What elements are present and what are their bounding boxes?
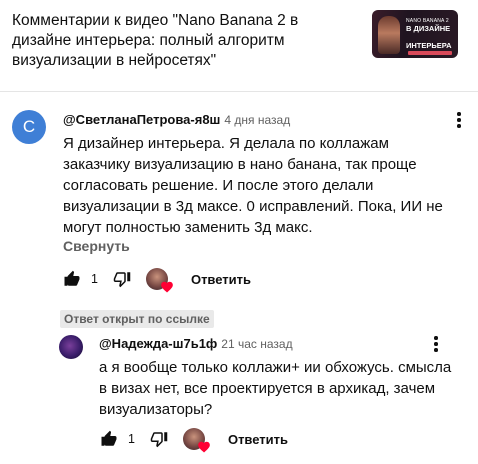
reply-time[interactable]: 21 час назад xyxy=(221,337,292,351)
reply-actions: 1 Ответить xyxy=(100,425,288,453)
reply-creator-heart-avatar xyxy=(182,428,210,453)
reply-button[interactable]: Ответить xyxy=(191,272,251,287)
comment-time[interactable]: 4 дня назад xyxy=(224,113,290,127)
reply-like-icon[interactable] xyxy=(100,430,118,448)
reply-more-vert-icon[interactable] xyxy=(427,335,445,353)
reply-avatar[interactable] xyxy=(59,335,83,359)
comment-author[interactable]: @СветланаПетрова-я8ш 4 дня назад xyxy=(63,112,290,127)
comment-text: Я дизайнер интерьера. Я делала по коллаж… xyxy=(63,135,443,236)
thumbnail-text-2: В ДИЗАЙНЕ xyxy=(406,24,451,33)
like-icon[interactable] xyxy=(63,270,81,288)
comments-header: Комментарии к видео "Nano Banana 2 в диз… xyxy=(0,0,478,92)
like-count: 1 xyxy=(91,272,98,286)
creator-heart-avatar xyxy=(145,268,173,293)
thumbnail-text-3: ИНТЕРЬЕРА xyxy=(406,41,452,50)
comment-actions: 1 Ответить xyxy=(63,265,251,293)
avatar[interactable]: С xyxy=(12,110,46,144)
collapse-button[interactable]: Свернуть xyxy=(63,238,130,254)
reply-text: а я вообще только коллажи+ ии обхожусь. … xyxy=(99,359,452,418)
creator-heart-icon xyxy=(161,281,173,293)
reply-reply-button[interactable]: Ответить xyxy=(228,432,288,447)
thumbnail-person xyxy=(378,16,400,54)
video-title: Комментарии к видео "Nano Banana 2 в диз… xyxy=(12,12,299,69)
linked-reply-badge: Ответ открыт по ссылке xyxy=(60,310,214,328)
reply-creator-heart-icon xyxy=(198,441,210,453)
reply-author[interactable]: @Надежда-ш7ь1ф 21 час назад xyxy=(99,336,293,351)
video-thumbnail[interactable]: NANO BANANA 2 В ДИЗАЙНЕ ИНТЕРЬЕРА xyxy=(372,10,458,58)
dislike-icon[interactable] xyxy=(113,270,131,288)
reply-author-name[interactable]: @Надежда-ш7ь1ф xyxy=(99,336,217,351)
reply-like-count: 1 xyxy=(128,432,135,446)
reply-dislike-icon[interactable] xyxy=(150,430,168,448)
author-name[interactable]: @СветланаПетрова-я8ш xyxy=(63,112,220,127)
thumbnail-tag xyxy=(408,51,452,55)
more-vert-icon[interactable] xyxy=(450,111,468,129)
